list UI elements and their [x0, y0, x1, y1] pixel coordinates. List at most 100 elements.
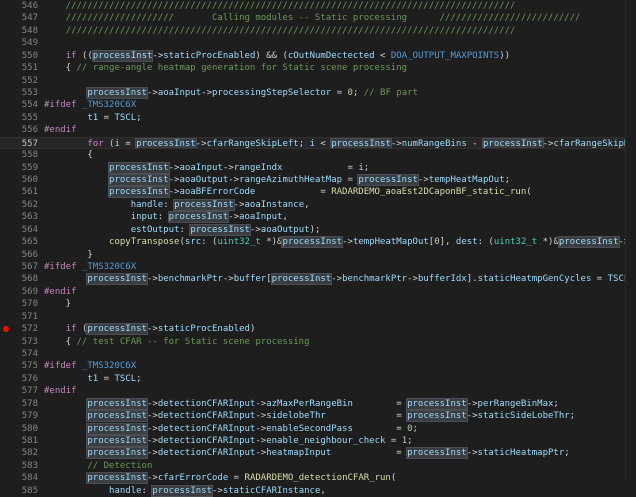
code-token: = [228, 473, 245, 484]
code-line[interactable]: 553 processInst->aoaInput->processingSte… [0, 87, 636, 99]
code-line[interactable]: 580 processInst->detectionCFARInput->ena… [0, 422, 636, 435]
code-text[interactable]: ////////////////////////////////////////… [44, 0, 516, 12]
code-text[interactable]: } [44, 249, 92, 261]
code-text[interactable]: { [44, 149, 92, 161]
code-text[interactable]: #ifdef _TMS320C6X [44, 99, 136, 111]
code-line[interactable]: 572 if (processInst->staticProcEnabled) [0, 323, 636, 336]
code-token: processInst [406, 447, 468, 460]
code-line[interactable]: 548 ////////////////////////////////////… [0, 25, 636, 37]
code-line[interactable]: 569 #endif [0, 286, 636, 298]
code-text[interactable]: for (i = processInst->cfarRangeSkipLeft;… [44, 137, 636, 149]
code-text[interactable]: #endif [44, 124, 77, 136]
code-line[interactable]: 560 processInst->aoaOutput->rangeAzimuth… [0, 174, 636, 187]
code-line[interactable]: 566 } [0, 249, 636, 261]
code-text[interactable]: #endif [44, 385, 77, 397]
code-line[interactable]: 585 handle: processInst->staticCFARInsta… [0, 484, 636, 497]
code-line[interactable]: 556 #endif [0, 124, 636, 136]
code-text[interactable]: processInst->aoaInput->rangeIndx = i; [44, 161, 370, 174]
code-text[interactable]: { // range-angle heatmap generation for … [44, 62, 407, 74]
code-line[interactable]: 575 #ifdef _TMS320C6X [0, 360, 636, 372]
code-line[interactable]: 568 processInst->benchmarkPtr->buffer[pr… [0, 273, 636, 286]
code-text[interactable]: //////////////////// Calling modules -- … [44, 12, 581, 24]
code-line[interactable]: 547 //////////////////// Calling modules… [0, 12, 636, 24]
code-line[interactable]: 579 processInst->detectionCFARInput->sid… [0, 410, 636, 423]
code-editor[interactable]: 546 ////////////////////////////////////… [0, 0, 636, 497]
code-token: processInst [108, 174, 170, 187]
code-text[interactable]: processInst->detectionCFARInput->heatmap… [44, 447, 570, 460]
code-text[interactable]: t1 = TSCL; [44, 112, 141, 124]
code-line[interactable]: 555 t1 = TSCL; [0, 112, 636, 124]
vertical-scrollbar[interactable] [625, 0, 636, 480]
code-line[interactable]: 571 [0, 311, 636, 323]
code-line[interactable]: 552 [0, 75, 636, 87]
code-text[interactable]: processInst->detectionCFARInput->azMaxPe… [44, 397, 559, 410]
code-text[interactable]: processInst->aoaBFErrorCode = RADARDEMO_… [44, 186, 532, 199]
code-line[interactable]: 546 ////////////////////////////////////… [0, 0, 636, 12]
code-text[interactable]: input: processInst->aoaInput, [44, 211, 288, 224]
code-line[interactable]: 549 [0, 37, 636, 49]
code-text[interactable]: processInst->detectionCFARInput->sidelob… [44, 410, 575, 423]
code-token: -> [168, 162, 180, 173]
code-line[interactable]: 570 } [0, 298, 636, 310]
code-text[interactable]: if (processInst->staticProcEnabled) [44, 323, 255, 336]
breakpoint-icon[interactable] [3, 326, 9, 333]
code-line[interactable]: 557 for (i = processInst->cfarRangeSkipL… [0, 136, 636, 149]
code-text[interactable]: processInst->benchmarkPtr->buffer[proces… [44, 273, 636, 286]
code-text[interactable]: processInst->aoaInput->processingStepSel… [44, 87, 418, 99]
code-line[interactable]: 576 t1 = TSCL; [0, 373, 636, 385]
code-text[interactable]: #ifdef _TMS320C6X [44, 360, 136, 372]
code-line[interactable]: 563 input: processInst->aoaInput, [0, 211, 636, 224]
code-line[interactable]: 584 processInst->cfarErrorCode = RADARDE… [0, 472, 636, 485]
code-line[interactable]: 582 processInst->detectionCFARInput->hea… [0, 447, 636, 460]
code-text[interactable]: processInst->detectionCFARInput->enable_… [44, 435, 413, 448]
code-line[interactable]: 578 processInst->detectionCFARInput->azM… [0, 397, 636, 410]
code-line[interactable]: 559 processInst->aoaInput->rangeIndx = i… [0, 161, 636, 174]
code-line[interactable]: 565 copyTranspose(src: (uint32_t *)&proc… [0, 236, 636, 249]
code-line[interactable]: 567 #ifdef _TMS320C6X [0, 261, 636, 273]
code-token: aoaInput [157, 88, 202, 98]
code-line[interactable]: 581 processInst->detectionCFARInput->ena… [0, 435, 636, 448]
code-text[interactable]: // Detection [44, 460, 152, 472]
line-number: 549 [21, 38, 38, 49]
code-text[interactable]: estOutput: processInst->aoaOutput); [44, 223, 320, 236]
code-text[interactable]: copyTranspose(src: (uint32_t *)&processI… [44, 236, 636, 249]
code-line[interactable]: 550 if ((processInst->staticProcEnabled)… [0, 49, 636, 62]
code-text[interactable]: processInst->cfarErrorCode = RADARDEMO_d… [44, 472, 396, 485]
code-token: -> [390, 138, 402, 149]
code-text[interactable]: handle: processInst->staticCFARInstance, [44, 484, 326, 497]
code-line[interactable]: 583 // Detection [0, 460, 636, 472]
code-token: aoaOutput [179, 175, 229, 186]
code-token: ; [363, 162, 370, 173]
code-token: -> [222, 274, 234, 285]
code-text[interactable]: } [44, 298, 71, 310]
code-line[interactable]: 574 [0, 348, 636, 360]
code-line[interactable]: 561 processInst->aoaBFErrorCode = RADARD… [0, 186, 636, 199]
code-line[interactable]: 551 { // range-angle heatmap generation … [0, 62, 636, 74]
code-token: // Detection [87, 460, 153, 471]
code-text[interactable]: if ((processInst->staticProcEnabled) && … [44, 49, 510, 62]
code-line[interactable]: 562 handle: processInst->aoaInstance, [0, 198, 636, 211]
line-number: 566 [21, 249, 38, 260]
code-text[interactable]: handle: processInst->aoaInstance, [44, 198, 310, 211]
code-token: -> [146, 398, 158, 409]
code-text[interactable]: #ifdef _TMS320C6X [44, 261, 136, 273]
code-token: -> [201, 88, 213, 98]
code-line[interactable]: 577 #endif [0, 385, 636, 397]
line-number: 546 [21, 1, 38, 11]
code-text[interactable]: processInst->aoaOutput->rangeAzimuthHeat… [44, 174, 510, 187]
code-token: tempHeatMapOut [428, 175, 505, 186]
code-text[interactable]: #endif [44, 286, 77, 298]
code-line[interactable]: 558 { [0, 149, 636, 161]
code-token: -> [255, 411, 267, 422]
code-text[interactable]: { // test CFAR -- for Static scene proce… [44, 336, 310, 348]
code-text[interactable]: ////////////////////////////////////////… [44, 25, 516, 37]
code-line[interactable]: 564 estOutput: processInst->aoaOutput); [0, 223, 636, 236]
code-line[interactable]: 554 #ifdef _TMS320C6X [0, 99, 636, 111]
code-token: bufferIdx [417, 274, 467, 285]
code-line[interactable]: 573 { // test CFAR -- for Static scene p… [0, 336, 636, 348]
code-text[interactable]: processInst->detectionCFARInput->enableS… [44, 422, 418, 435]
line-number: 563 [21, 212, 38, 223]
code-token: -> [168, 175, 180, 186]
code-text[interactable]: t1 = TSCL; [44, 373, 141, 385]
